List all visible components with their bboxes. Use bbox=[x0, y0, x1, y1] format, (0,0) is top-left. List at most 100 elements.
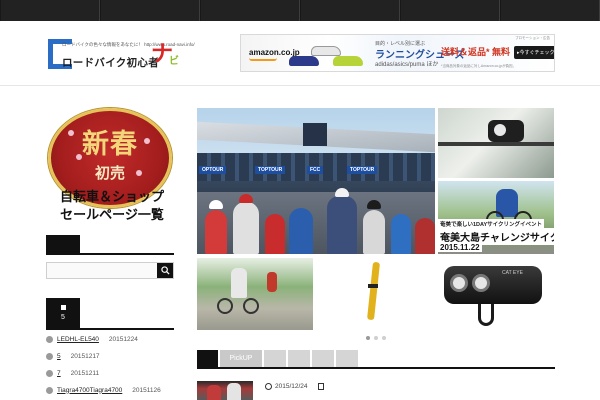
tab-pickup[interactable]: PickUP bbox=[220, 350, 262, 367]
rider-shape bbox=[391, 214, 411, 254]
shoe-shape bbox=[289, 56, 319, 66]
site-title: ロードバイク初心者 bbox=[62, 57, 159, 69]
featured-thumb-headlight[interactable]: CAT EYE bbox=[438, 258, 554, 330]
recent-posts-list: LEDHL-EL540 20151224 5 20151217 7 201512… bbox=[46, 335, 181, 400]
rider-crowd bbox=[197, 188, 435, 254]
top-navigation-bar bbox=[0, 0, 600, 21]
ad-banner[interactable]: プロモーション・広告 amazon.co.jp 目的・レベル別に選ぶ ランニング… bbox=[240, 34, 555, 72]
recent-post-date: 20151224 bbox=[108, 335, 138, 343]
scoreboard-tower bbox=[303, 123, 327, 146]
featured-thumb-cycling-event[interactable]: 奄美で楽しい1DAYサイクリングイベント 奄美大島チャレンジサイクリング 201… bbox=[438, 181, 554, 254]
featured-thumb-tool[interactable] bbox=[318, 258, 434, 330]
promo-line-2: セールページ一覧 bbox=[60, 208, 164, 223]
recent-post-title[interactable]: 5 bbox=[57, 353, 61, 360]
rider-shape bbox=[289, 208, 313, 254]
list-item[interactable]: LEDHL-EL540 20151224 bbox=[46, 335, 181, 343]
bullet-icon bbox=[46, 386, 53, 394]
headlight-lens-shape bbox=[450, 274, 468, 292]
shoe-shape bbox=[311, 46, 341, 56]
new-year-sale-promo[interactable]: 新春 初売 自転車＆ショップ セールページ一覧 bbox=[46, 108, 174, 228]
person-shape bbox=[267, 272, 277, 292]
recent-post-date: 20151126 bbox=[132, 386, 161, 394]
bullet-icon bbox=[46, 335, 53, 343]
square-icon bbox=[60, 305, 66, 310]
wheel-shape bbox=[243, 298, 259, 314]
recent-post-title[interactable]: 7 bbox=[57, 370, 61, 377]
rider-shape bbox=[415, 218, 435, 254]
ad-note: *当商品対象の返品に対しAmazon.co.jpが負担。 bbox=[441, 64, 517, 68]
nav-item[interactable] bbox=[200, 0, 300, 21]
person-shape bbox=[231, 268, 247, 298]
running-shoes-image bbox=[289, 40, 367, 68]
recent-post-date: 20151217 bbox=[70, 352, 100, 360]
ad-line-3: adidas/asics/puma ほか bbox=[375, 62, 439, 68]
trackside-banner: TOPTOUR bbox=[255, 166, 286, 174]
tab-latest[interactable] bbox=[197, 350, 218, 367]
trackside-banner: OPTOUR bbox=[199, 166, 227, 174]
tab-item[interactable] bbox=[336, 350, 358, 367]
list-item[interactable]: Tiagra4700Tiagra4700 20151126 bbox=[46, 386, 181, 394]
recent-post-title[interactable]: Tiagra4700Tiagra4700 bbox=[57, 387, 122, 394]
search-heading-tab bbox=[46, 235, 80, 253]
wheel-shape bbox=[217, 298, 233, 314]
headlight-brand: CAT EYE bbox=[502, 270, 523, 276]
rider-shape bbox=[207, 385, 221, 400]
featured-slide-circuit[interactable]: OPTOUR TOPTOUR FCC TOPTOUR bbox=[197, 108, 435, 254]
headlight-lens-shape bbox=[472, 274, 490, 292]
post-thumbnail[interactable] bbox=[197, 381, 253, 400]
recent-posts-heading: 5 bbox=[46, 298, 174, 330]
tab-item[interactable] bbox=[312, 350, 334, 367]
slider-dot[interactable] bbox=[374, 336, 378, 340]
nav-item[interactable] bbox=[500, 0, 600, 21]
trackside-banner: TOPTOUR bbox=[347, 166, 378, 174]
featured-thumb-walking-bike[interactable] bbox=[197, 258, 313, 330]
amazon-smile-icon bbox=[249, 58, 277, 61]
tab-item[interactable] bbox=[264, 350, 286, 367]
rider-shape bbox=[227, 383, 241, 400]
promo-line-1: 自転車＆ショップ bbox=[59, 190, 164, 205]
promo-subheading: 初売 bbox=[94, 164, 125, 182]
search-box bbox=[46, 262, 174, 279]
tool-shape bbox=[366, 261, 381, 321]
rider-shape bbox=[205, 210, 227, 254]
search-input[interactable] bbox=[47, 263, 157, 278]
rider-shape bbox=[265, 214, 285, 254]
post-meta: 2015/12/24 bbox=[265, 383, 324, 390]
helmet-shape bbox=[367, 200, 381, 209]
bullet-icon bbox=[46, 369, 53, 377]
featured-thumb-bike-light[interactable] bbox=[438, 108, 554, 178]
recent-post-title[interactable]: LEDHL-EL540 bbox=[57, 336, 99, 343]
tool-clamp-shape bbox=[368, 284, 378, 288]
mount-bracket-shape bbox=[478, 304, 494, 326]
search-button[interactable] bbox=[157, 263, 173, 278]
helmet-shape bbox=[335, 188, 349, 197]
nav-item[interactable] bbox=[300, 0, 400, 21]
nav-item[interactable] bbox=[0, 0, 100, 21]
promo-heading: 新春 bbox=[82, 129, 138, 160]
nav-item[interactable] bbox=[100, 0, 200, 21]
document-icon[interactable] bbox=[317, 383, 324, 390]
helmet-shape bbox=[239, 194, 253, 203]
rider-shape bbox=[363, 210, 385, 254]
site-tagline: ロードバイクの色々な情報をあなたに！ http://www.road-navi.… bbox=[62, 42, 195, 47]
list-item[interactable]: 5 20151217 bbox=[46, 352, 181, 360]
helmet-shape bbox=[209, 200, 223, 209]
recent-heading-label: 5 bbox=[61, 314, 65, 321]
light-lens-shape bbox=[494, 124, 506, 136]
ad-free-shipping: 送料＆返品* 無料 bbox=[441, 47, 511, 57]
event-caption-date: 2015.11.22 bbox=[438, 243, 482, 252]
post-date: 2015/12/24 bbox=[275, 383, 308, 390]
site-logo[interactable]: ロードバイクの色々な情報をあなたに！ http://www.road-navi.… bbox=[48, 39, 195, 71]
search-widget-heading bbox=[46, 235, 174, 255]
list-item[interactable]: 7 20151211 bbox=[46, 369, 181, 377]
slider-dot[interactable] bbox=[366, 336, 370, 340]
nav-item[interactable] bbox=[400, 0, 500, 21]
ad-check-button[interactable]: ▸今すぐチェック bbox=[514, 46, 554, 59]
shoe-shape bbox=[333, 56, 363, 66]
rider-shape bbox=[233, 202, 259, 254]
clock-icon bbox=[265, 383, 272, 390]
site-header: ロードバイクの色々な情報をあなたに！ http://www.road-navi.… bbox=[0, 21, 600, 86]
recent-heading-tab: 5 bbox=[46, 298, 80, 328]
tab-item[interactable] bbox=[288, 350, 310, 367]
slider-dot[interactable] bbox=[382, 336, 386, 340]
